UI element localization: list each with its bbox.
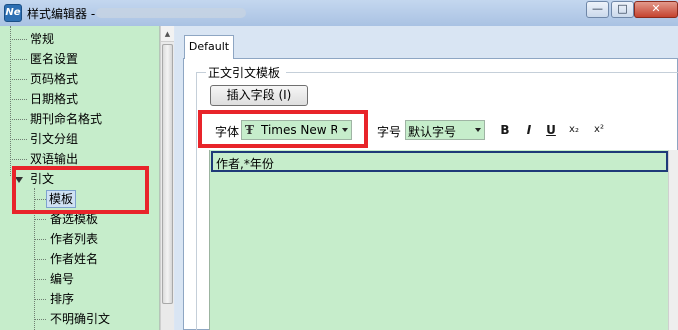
template-editor-line[interactable]: 作者,*年份	[211, 151, 668, 172]
window-title: 样式编辑器 -	[27, 7, 96, 21]
tree-scrollbar[interactable]: ▲	[160, 26, 174, 330]
font-size-select-value: 默认字号	[408, 125, 457, 139]
tree-item-anonymity[interactable]: 匿名设置	[28, 50, 80, 68]
title-bar: Ne 样式编辑器 - — □ ✕	[0, 0, 678, 26]
tree-connector	[10, 39, 27, 40]
annotation-box-citations	[12, 166, 149, 214]
underline-button[interactable]: U	[542, 120, 560, 140]
tree-item-numbering[interactable]: 编号	[48, 270, 76, 288]
minimize-button[interactable]: —	[586, 1, 609, 18]
tree-connector	[34, 219, 46, 220]
template-text: 作者,*年份	[216, 157, 274, 171]
scrollbar-thumb[interactable]	[162, 44, 173, 304]
tree-item-ambiguous-citations[interactable]: 不明确引文	[48, 310, 112, 328]
tree-item-sort-order[interactable]: 排序	[48, 290, 76, 308]
citation-template-group-title: 正文引文模板	[208, 66, 281, 80]
superscript-button[interactable]: x²	[590, 120, 608, 140]
tree-connector	[10, 139, 27, 140]
tree-item-journal-names[interactable]: 期刊命名格式	[28, 110, 104, 128]
tree-connector	[34, 319, 46, 320]
tree-connector	[34, 299, 46, 300]
tree-item-general[interactable]: 常规	[28, 30, 56, 48]
subscript-button[interactable]: x₂	[565, 120, 583, 140]
tree-connector	[10, 26, 11, 176]
insert-field-button[interactable]: 插入字段 (I)	[210, 85, 308, 106]
close-button[interactable]: ✕	[634, 1, 678, 18]
title-blurred-text	[96, 8, 246, 18]
tree-connector	[34, 279, 46, 280]
bold-button[interactable]: B	[496, 120, 514, 140]
editor-scrollbar[interactable]	[668, 150, 678, 330]
tree-connector	[10, 79, 27, 80]
tree-item-date-format[interactable]: 日期格式	[28, 90, 80, 108]
group-border	[196, 72, 197, 330]
tree-connector	[10, 59, 27, 60]
tab-default[interactable]: Default	[184, 35, 234, 59]
tree-connector	[34, 259, 46, 260]
font-size-label: 字号	[377, 125, 402, 139]
group-border	[196, 72, 206, 73]
font-size-select[interactable]: 默认字号	[405, 120, 485, 140]
tree-item-author-lists[interactable]: 作者列表	[48, 230, 100, 248]
annotation-box-font	[198, 110, 368, 148]
app-icon: Ne	[4, 4, 22, 22]
tree-item-author-name[interactable]: 作者姓名	[48, 250, 100, 268]
tree-connector	[34, 239, 46, 240]
scroll-up-arrow-icon[interactable]: ▲	[161, 26, 174, 42]
tree-connector	[10, 99, 27, 100]
italic-button[interactable]: I	[520, 120, 538, 140]
tree-item-page-format[interactable]: 页码格式	[28, 70, 80, 88]
tree-item-citation-groups[interactable]: 引文分组	[28, 130, 80, 148]
tree-connector	[10, 119, 27, 120]
maximize-button[interactable]: □	[611, 1, 634, 18]
template-editor[interactable]	[209, 150, 678, 330]
chevron-down-icon	[475, 128, 481, 132]
group-border	[286, 72, 678, 73]
tree-connector	[10, 159, 27, 160]
